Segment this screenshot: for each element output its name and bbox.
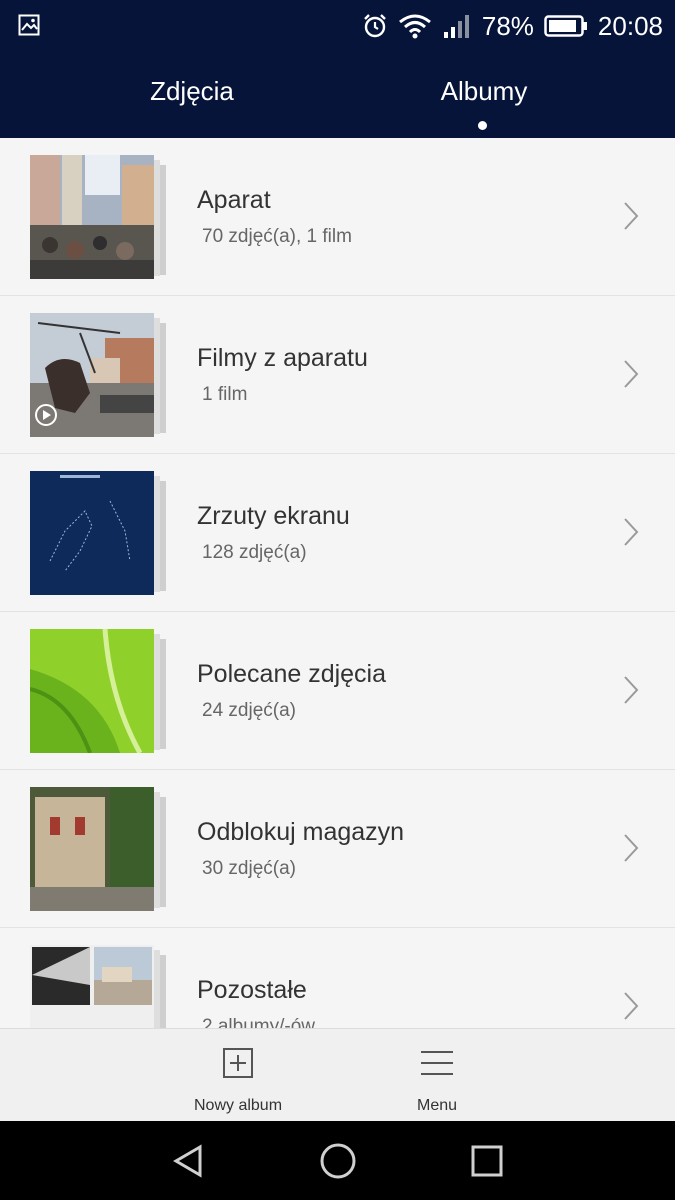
album-row-featured[interactable]: Polecane zdjęcia 24 zdjęć(a) xyxy=(0,612,675,770)
wifi-icon xyxy=(398,14,431,39)
album-row-camera[interactable]: Aparat 70 zdjęć(a), 1 film xyxy=(0,138,675,296)
chevron-right-icon xyxy=(624,992,639,1020)
battery-percent: 78% xyxy=(481,10,534,41)
album-thumbnail xyxy=(30,629,166,755)
clock: 20:08 xyxy=(597,10,663,41)
chevron-right-icon xyxy=(624,834,639,862)
menu-label: Menu xyxy=(416,1097,458,1114)
album-count: 24 zdjęć(a) xyxy=(202,700,296,721)
album-count: 1 film xyxy=(202,384,248,405)
album-thumbnail xyxy=(30,787,166,913)
album-count: 30 zdjęć(a) xyxy=(202,858,296,879)
battery-icon xyxy=(544,15,587,37)
album-list[interactable]: Aparat 70 zdjęć(a), 1 film Filmy z apara… xyxy=(0,138,675,1028)
album-title: Polecane zdjęcia xyxy=(197,660,387,688)
album-title: Odblokuj magazyn xyxy=(197,818,405,846)
selected-tab-indicator xyxy=(478,121,487,130)
chevron-right-icon xyxy=(624,202,639,230)
album-title: Zrzuty ekranu xyxy=(197,502,350,530)
album-row-videos[interactable]: Filmy z aparatu 1 film xyxy=(0,296,675,454)
album-row-screenshots[interactable]: Zrzuty ekranu 128 zdjęć(a) xyxy=(0,454,675,612)
tab-photos[interactable]: Zdjęcia xyxy=(72,76,312,107)
album-row-other[interactable]: Pozostałe 2 albumy/-ów xyxy=(0,928,675,1028)
alarm-icon xyxy=(364,14,386,38)
album-thumbnail xyxy=(30,945,166,1028)
recent-apps-icon[interactable] xyxy=(467,1141,507,1181)
album-thumbnail xyxy=(30,471,166,597)
new-album-button[interactable]: Nowy album xyxy=(158,1029,318,1122)
signal-icon xyxy=(443,15,469,38)
album-thumbnail xyxy=(30,155,166,281)
navigation-bar xyxy=(0,1121,675,1200)
status-bar: 78% 20:08 xyxy=(0,0,675,52)
bottom-action-bar: Nowy album Menu xyxy=(0,1028,675,1121)
album-title: Filmy z aparatu xyxy=(197,344,368,372)
chevron-right-icon xyxy=(624,518,639,546)
album-title: Aparat xyxy=(197,186,271,214)
back-icon[interactable] xyxy=(168,1141,208,1181)
menu-icon xyxy=(421,1051,453,1075)
album-count: 128 zdjęć(a) xyxy=(202,542,307,563)
new-album-label: Nowy album xyxy=(193,1097,283,1114)
album-count: 70 zdjęć(a), 1 film xyxy=(202,226,352,247)
menu-button[interactable]: Menu xyxy=(357,1029,517,1122)
album-thumbnail xyxy=(30,313,166,439)
tab-albums[interactable]: Albumy xyxy=(364,76,604,107)
chevron-right-icon xyxy=(624,676,639,704)
album-row-magazine-unlock[interactable]: Odblokuj magazyn 30 zdjęć(a) xyxy=(0,770,675,928)
add-album-icon xyxy=(223,1048,253,1078)
image-icon xyxy=(18,14,40,36)
tab-bar: Zdjęcia Albumy xyxy=(0,52,675,138)
album-count: 2 albumy/-ów xyxy=(202,1016,315,1028)
home-icon[interactable] xyxy=(318,1141,358,1181)
album-title: Pozostałe xyxy=(197,976,307,1004)
chevron-right-icon xyxy=(624,360,639,388)
